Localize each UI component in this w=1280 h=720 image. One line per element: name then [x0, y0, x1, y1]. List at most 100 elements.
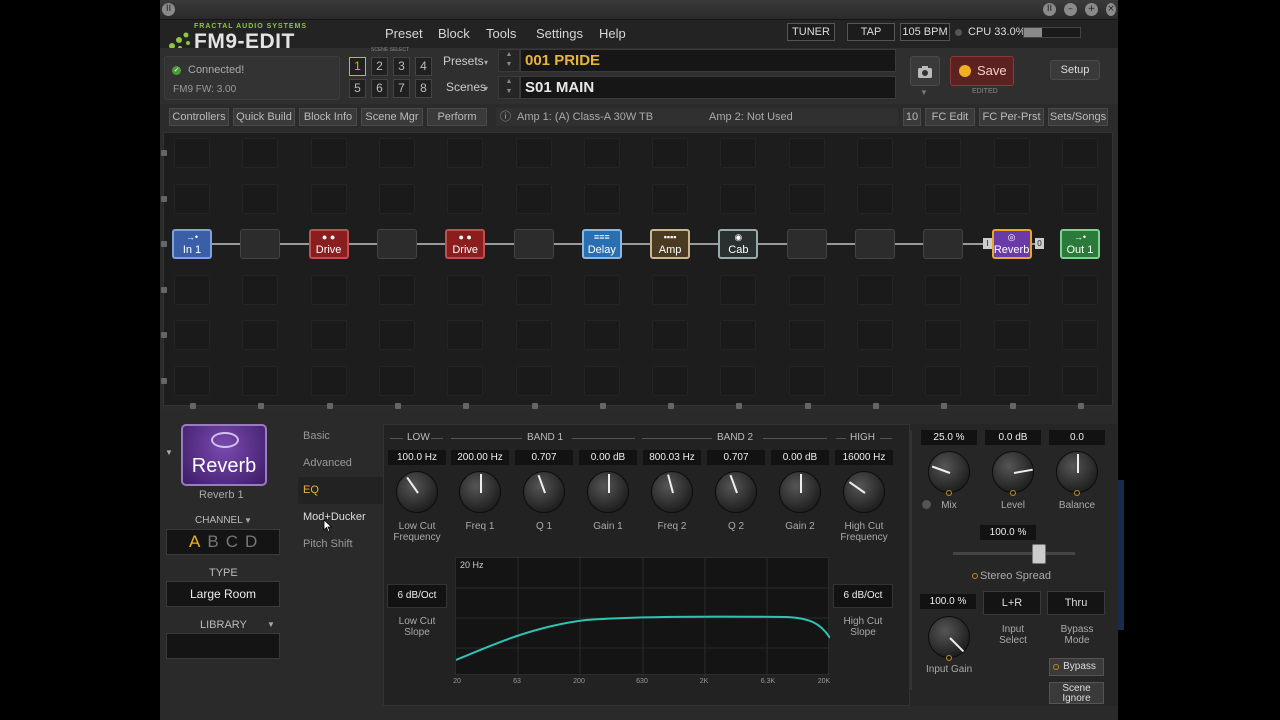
eq-value-field[interactable]: 16000 Hz — [835, 450, 893, 465]
mix-value-field[interactable]: 0.0 dB — [985, 430, 1041, 445]
grid-cell[interactable] — [652, 320, 689, 350]
grid-cell[interactable] — [378, 184, 415, 214]
mix-knob[interactable] — [1056, 451, 1098, 493]
presets-label[interactable]: Presets — [443, 54, 484, 68]
grid-cell[interactable] — [174, 320, 210, 350]
channel-d[interactable]: D — [245, 532, 264, 551]
grid-cell[interactable] — [378, 138, 415, 168]
library-field[interactable] — [166, 633, 280, 659]
grid-cell[interactable] — [174, 184, 210, 214]
mix-value-field[interactable]: 25.0 % — [921, 430, 977, 445]
grid-cell[interactable] — [447, 184, 484, 214]
minimize-icon[interactable]: – — [1064, 3, 1077, 16]
menu-block[interactable]: Block — [438, 26, 470, 41]
setup-button[interactable]: Setup — [1050, 60, 1100, 80]
eq-value-field[interactable]: 0.00 dB — [771, 450, 829, 465]
tuner-button[interactable]: TUNER — [787, 23, 835, 41]
grid-cell[interactable] — [1061, 138, 1098, 168]
bypass-button[interactable]: Bypass — [1049, 658, 1104, 676]
grid-cell[interactable] — [720, 138, 757, 168]
eq-knob[interactable] — [459, 471, 501, 513]
app-menu-icon[interactable]: II — [162, 3, 175, 16]
grid-cell[interactable] — [583, 275, 620, 305]
grid-cell[interactable] — [652, 184, 689, 214]
eq-knob[interactable] — [651, 471, 693, 513]
grid-cell[interactable] — [857, 184, 893, 214]
grid-cell[interactable] — [788, 320, 825, 350]
shunt-block[interactable] — [855, 229, 895, 259]
library-chevron-icon[interactable]: ▼ — [267, 620, 275, 629]
grid-cell[interactable] — [378, 320, 415, 350]
grid-cell[interactable] — [993, 275, 1030, 305]
grid-cell[interactable] — [652, 275, 689, 305]
grid-cell[interactable] — [925, 320, 962, 350]
tap-button[interactable]: TAP — [847, 23, 895, 41]
grid-cell[interactable] — [447, 366, 484, 396]
grid-cell[interactable] — [583, 184, 620, 214]
mix-knob[interactable] — [928, 451, 970, 493]
camera-chevron-icon[interactable]: ▼ — [920, 88, 928, 97]
fc-per-preset-button[interactable]: FC Per-Prst — [979, 108, 1044, 126]
reverb-block-icon[interactable]: Reverb — [181, 424, 267, 486]
grid-cell[interactable] — [242, 320, 279, 350]
scene-button-1[interactable]: 1 — [349, 57, 366, 76]
block-info-button[interactable]: Block Info — [299, 108, 357, 126]
grid-cell[interactable] — [515, 184, 552, 214]
grid-cell[interactable] — [925, 275, 962, 305]
quick-build-button[interactable]: Quick Build — [233, 108, 295, 126]
grid-cell[interactable] — [857, 366, 893, 396]
grid-cell[interactable] — [242, 275, 279, 305]
grid-cell[interactable] — [652, 366, 689, 396]
fc-edit-button[interactable]: FC Edit — [925, 108, 975, 126]
grid-cell[interactable] — [857, 320, 893, 350]
shunt-block[interactable] — [786, 229, 827, 259]
block-in-1[interactable]: →• In 1 — [172, 229, 212, 259]
grid-cell[interactable] — [378, 275, 415, 305]
channel-chevron-icon[interactable]: ▼ — [244, 516, 252, 525]
perform-button[interactable]: Perform — [427, 108, 487, 126]
grid-cell[interactable] — [720, 275, 757, 305]
mix-knob[interactable] — [992, 451, 1034, 493]
grid-cell[interactable] — [857, 138, 893, 168]
grid-cell[interactable] — [1061, 320, 1098, 350]
mix-lock-dot[interactable] — [922, 500, 931, 509]
stereo-spread-value[interactable]: 100.0 % — [980, 525, 1036, 540]
preset-stepper[interactable]: ▲ ▼ — [498, 49, 520, 72]
grid-cell[interactable] — [310, 320, 347, 350]
block-amp[interactable]: ▪▪▪▪ Amp — [650, 229, 691, 259]
stereo-spread-slider-thumb[interactable] — [1032, 544, 1046, 564]
scene-ignore-button[interactable]: Scene Ignore — [1049, 682, 1104, 704]
input-select-field[interactable]: L+R — [983, 591, 1041, 615]
grid-cell[interactable] — [720, 320, 757, 350]
scenes-chevron-icon[interactable]: ▾ — [484, 84, 488, 93]
tab-basic[interactable]: Basic — [303, 430, 330, 442]
eq-knob[interactable] — [843, 471, 885, 513]
eq-knob[interactable] — [523, 471, 565, 513]
eq-value-field[interactable]: 0.707 — [707, 450, 765, 465]
grid-cell[interactable] — [310, 184, 347, 214]
grid-cell[interactable] — [720, 366, 757, 396]
scene-button-6[interactable]: 6 — [371, 79, 388, 98]
block-drive[interactable]: ● ● Drive — [445, 229, 486, 259]
grid-cell[interactable] — [1061, 366, 1098, 396]
eq-knob[interactable] — [396, 471, 438, 513]
grid-cell[interactable] — [515, 320, 552, 350]
eq-value-field[interactable]: 0.00 dB — [579, 450, 637, 465]
grid-cell[interactable] — [1061, 184, 1098, 214]
grid-cell[interactable] — [652, 138, 689, 168]
shunt-block[interactable] — [240, 229, 281, 259]
input-gain-knob[interactable] — [928, 616, 970, 658]
scene-name-field[interactable]: S01 MAIN — [520, 76, 896, 99]
grid-cell[interactable] — [174, 138, 210, 168]
stereo-spread-slider-track[interactable] — [953, 552, 1075, 555]
grid-cell[interactable] — [583, 366, 620, 396]
down-arrow-icon[interactable]: ▼ — [499, 87, 519, 97]
menu-settings[interactable]: Settings — [536, 26, 583, 41]
grid-cell[interactable] — [447, 138, 484, 168]
tab-mod-ducker[interactable]: Mod+Ducker — [303, 511, 366, 523]
block-delay[interactable]: ≡≡≡ Delay — [581, 229, 622, 259]
grid-cell[interactable] — [515, 366, 552, 396]
presets-chevron-icon[interactable]: ▾ — [484, 58, 488, 67]
grid-cell[interactable] — [242, 184, 279, 214]
block-cab[interactable]: ◉ Cab — [718, 229, 759, 259]
